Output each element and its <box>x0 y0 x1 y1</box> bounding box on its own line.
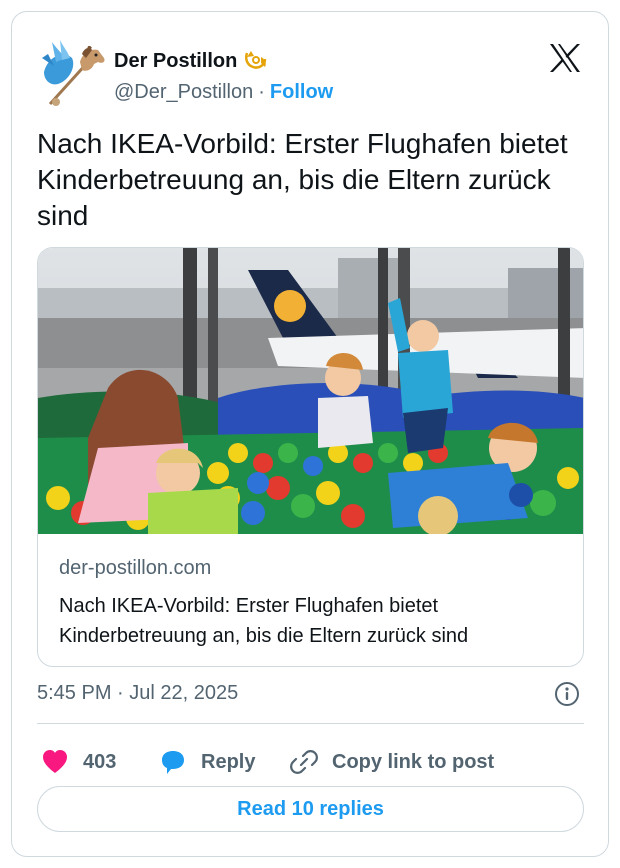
like-button[interactable]: 403 <box>41 742 116 782</box>
author-name[interactable]: Der Postillon <box>114 50 237 73</box>
divider <box>37 723 584 724</box>
link-icon <box>290 750 318 774</box>
follow-link[interactable]: Follow <box>270 81 333 104</box>
author-name-row: Der Postillon <box>114 48 269 74</box>
handle-row: @Der_Postillon · Follow <box>114 81 333 104</box>
link-preview-card[interactable]: der-postillon.com Nach IKEA-Vorbild: Ers… <box>37 247 584 667</box>
separator-dot: · <box>258 81 265 103</box>
x-logo-icon[interactable] <box>548 42 582 74</box>
reply-bubble-icon <box>162 751 184 774</box>
post-text: Nach IKEA-Vorbild: Erster Flughafen biet… <box>37 128 568 231</box>
post-card: Der Postillon @Der_Postillon · Follow Na… <box>11 11 609 857</box>
reply-label: Reply <box>201 750 256 773</box>
like-count: 403 <box>83 750 117 773</box>
info-icon[interactable] <box>554 681 580 707</box>
post-horn-icon <box>245 51 267 69</box>
author-handle[interactable]: @Der_Postillon <box>114 81 253 104</box>
action-bar: 403 Reply Copy link to post <box>37 742 584 782</box>
photo-children-ball-pit-airport[interactable] <box>38 248 584 534</box>
read-replies-button[interactable]: Read 10 replies <box>37 786 584 832</box>
avatar[interactable] <box>38 36 112 110</box>
heart-icon <box>43 750 67 773</box>
link-title[interactable]: Nach IKEA-Vorbild: Erster Flughafen biet… <box>59 591 569 651</box>
reply-button[interactable]: Reply <box>159 742 255 782</box>
post-timestamp[interactable]: 5:45 PM · Jul 22, 2025 <box>37 682 238 705</box>
copy-link-button[interactable]: Copy link to post <box>290 742 494 782</box>
copy-link-label: Copy link to post <box>332 750 495 773</box>
link-domain[interactable]: der-postillon.com <box>59 557 211 580</box>
